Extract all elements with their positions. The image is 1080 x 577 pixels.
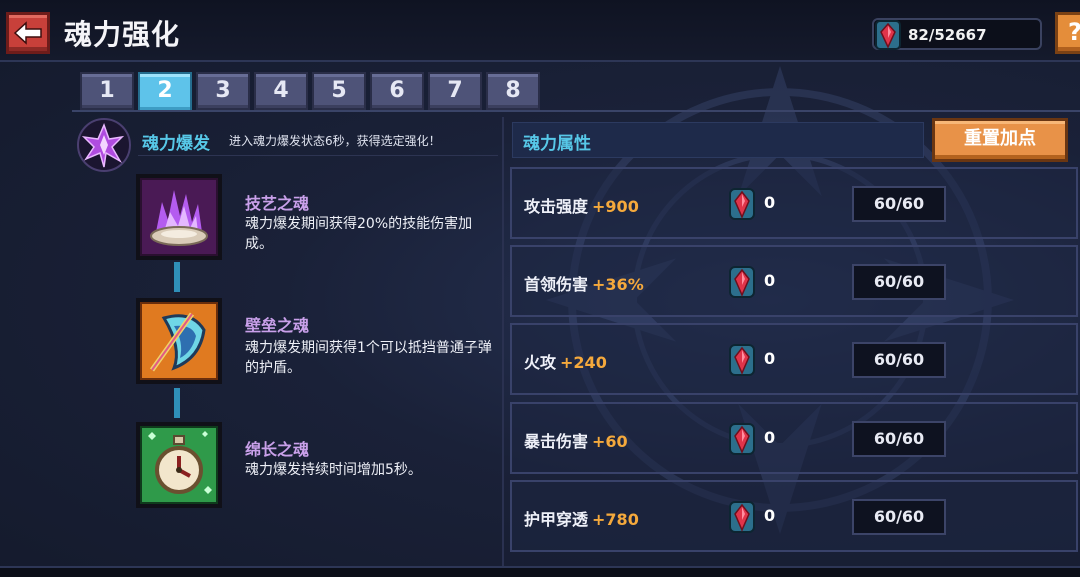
page-title: 魂力强化 [64,18,181,51]
soul-currency-display: 82/52667 [872,18,1042,50]
burst-title: 魂力爆发 [142,134,210,154]
red-gem-icon [729,266,755,298]
attribute-level[interactable]: 60/60 [852,421,946,457]
red-gem-icon [729,344,755,376]
attribute-name: 首领伤害 +36% [524,275,644,294]
red-gem-icon [729,501,755,533]
purple-flame-icon[interactable] [134,172,224,262]
currency-value: 82/52667 [908,26,987,44]
divider [138,155,498,156]
skill-name: 壁垒之魂 [245,316,310,335]
attribute-row: 暴击伤害 +60 0 60/60 [510,402,1078,474]
attribute-bonus: +36% [592,275,644,294]
attribute-cost: 0 [764,349,776,368]
attribute-level[interactable]: 60/60 [852,264,946,300]
attribute-name: 暴击伤害 +60 [524,432,628,451]
skill-connector [174,388,180,418]
shield-icon[interactable] [134,296,224,386]
game-screen: 魂力强化 82/52667 ? 1 2 3 4 5 6 7 8 魂力爆发 进入魂… [0,0,1080,577]
attribute-level[interactable]: 60/60 [852,499,946,535]
reset-points-button[interactable]: 重置加点 [932,118,1068,162]
attributes-header: 魂力属性 [512,122,924,158]
column-divider [502,117,504,567]
skill-description: 魂力爆发期间获得1个可以抵挡普通子弹的护盾。 [245,340,492,376]
attribute-cost: 0 [764,193,776,212]
tab-2[interactable]: 2 [138,72,192,112]
skill-description: 魂力爆发期间获得20%的技能伤害加成。 [245,216,473,252]
attribute-cost: 0 [764,428,776,447]
back-button[interactable] [6,12,50,54]
stopwatch-icon[interactable] [134,420,224,510]
tab-8[interactable]: 8 [486,72,540,110]
attributes-title: 魂力属性 [523,134,591,154]
help-button[interactable]: ? [1055,12,1080,54]
skill-connector [174,262,180,292]
attribute-name: 火攻 +240 [524,353,607,372]
tab-4[interactable]: 4 [254,72,308,110]
attribute-level[interactable]: 60/60 [852,342,946,378]
tab-3[interactable]: 3 [196,72,250,110]
page-tabs: 1 2 3 4 5 6 7 8 [80,72,540,112]
attribute-level[interactable]: 60/60 [852,186,946,222]
skill-name: 技艺之魂 [245,194,310,213]
attribute-name: 护甲穿透 +780 [524,510,639,529]
attribute-cost: 0 [764,271,776,290]
attribute-cost: 0 [764,506,776,525]
attribute-row: 火攻 +240 0 60/60 [510,323,1078,395]
bottom-bar [0,566,1080,577]
attribute-row: 攻击强度 +900 0 60/60 [510,167,1078,239]
tab-5[interactable]: 5 [312,72,366,110]
red-gem-icon [875,20,901,50]
burst-description: 进入魂力爆发状态6秒，获得选定强化！ [229,134,441,148]
attribute-bonus: +240 [560,353,607,372]
attribute-bonus: +900 [592,197,639,216]
skill-description: 魂力爆发持续时间增加5秒。 [245,462,422,478]
attribute-bonus: +780 [592,510,639,529]
attribute-row: 首领伤害 +36% 0 60/60 [510,245,1078,317]
soul-burst-icon [77,118,131,172]
tab-7[interactable]: 7 [428,72,482,110]
red-gem-icon [729,188,755,220]
arrow-left-icon [13,21,42,45]
skill-name: 绵长之魂 [245,440,310,459]
tab-1[interactable]: 1 [80,72,134,110]
attribute-row: 护甲穿透 +780 0 60/60 [510,480,1078,552]
tab-6[interactable]: 6 [370,72,424,110]
attribute-name: 攻击强度 +900 [524,197,639,216]
top-bar: 魂力强化 82/52667 ? [0,0,1080,62]
red-gem-icon [729,423,755,455]
attribute-bonus: +60 [592,432,628,451]
